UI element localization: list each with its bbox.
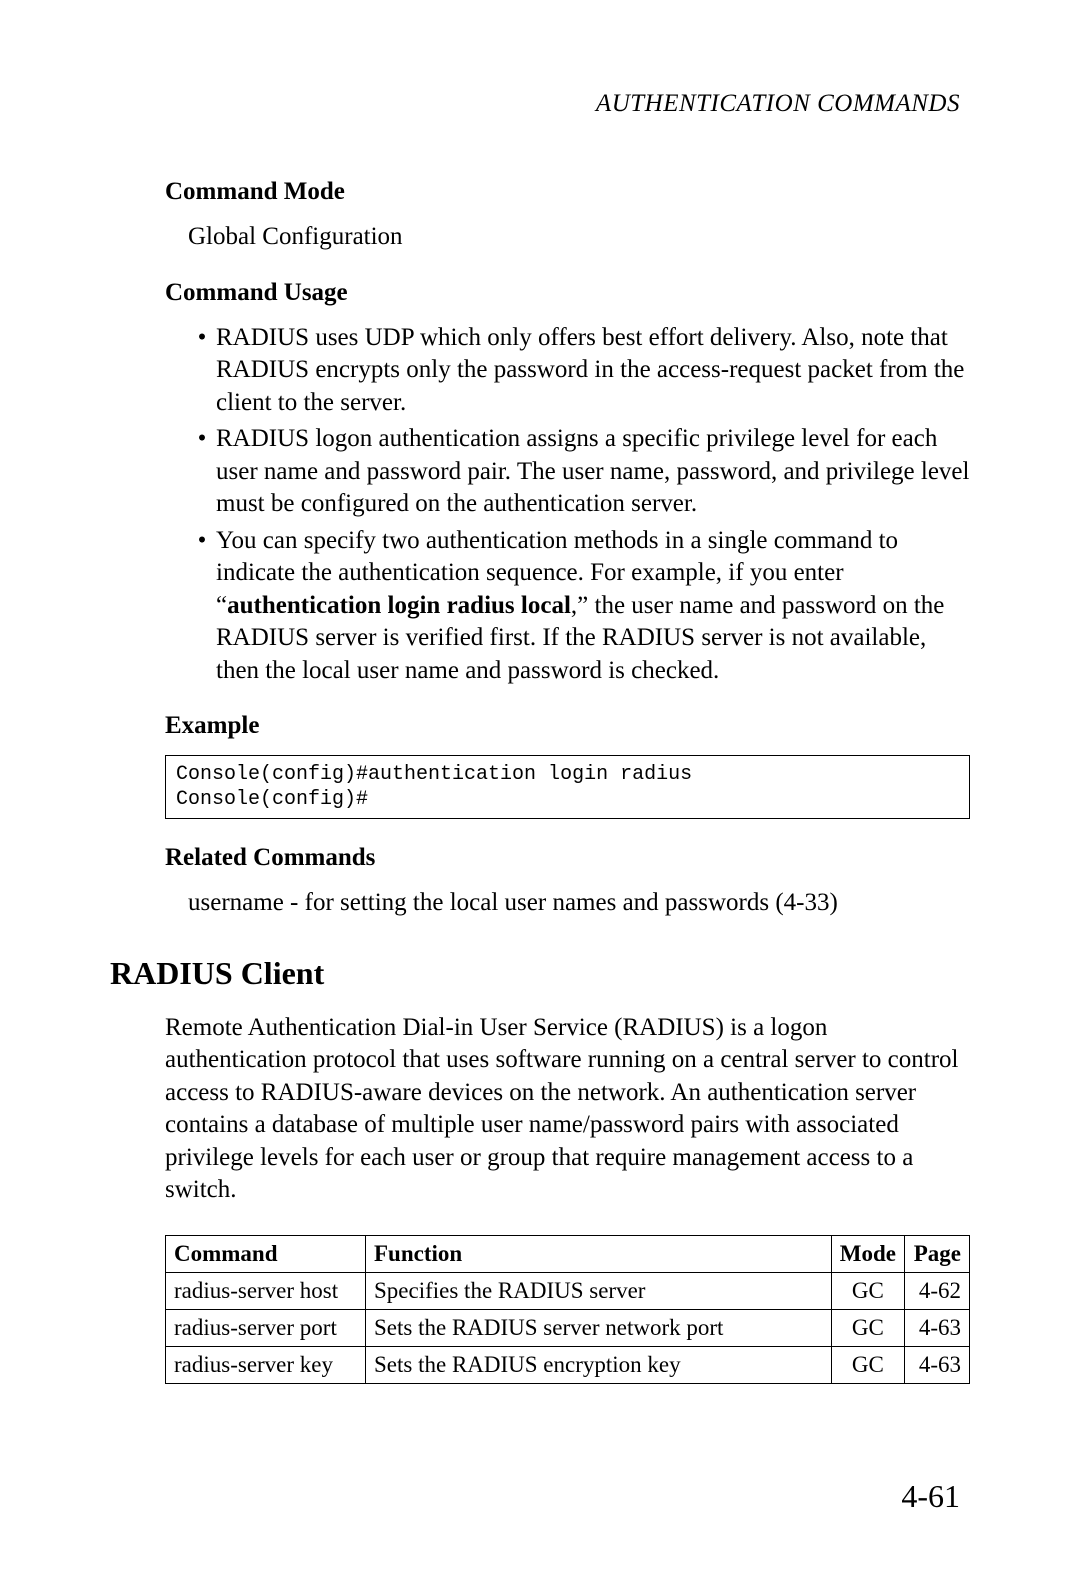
paragraph-radius-client: Remote Authentication Dial-in User Servi… bbox=[165, 1012, 970, 1207]
heading-related-commands: Related Commands bbox=[165, 844, 970, 872]
bullet-text: RADIUS logon authentication assigns a sp… bbox=[216, 423, 970, 521]
text-command-mode: Global Configuration bbox=[188, 221, 970, 254]
heading-command-usage: Command Usage bbox=[165, 279, 970, 307]
th-command: Command bbox=[166, 1235, 366, 1272]
heading-radius-client: RADIUS Client bbox=[110, 955, 970, 992]
table-row: radius-server host Specifies the RADIUS … bbox=[166, 1272, 970, 1309]
td-command: radius-server host bbox=[166, 1272, 366, 1309]
code-example: Console(config)#authentication login rad… bbox=[165, 755, 970, 819]
td-page: 4-63 bbox=[905, 1346, 970, 1383]
header-section-title: AUTHENTICATION COMMANDS bbox=[110, 90, 970, 118]
td-function: Sets the RADIUS server network port bbox=[366, 1309, 832, 1346]
heading-example: Example bbox=[165, 712, 970, 740]
text-related-commands: username - for setting the local user na… bbox=[188, 887, 970, 920]
td-page: 4-63 bbox=[905, 1309, 970, 1346]
td-page: 4-62 bbox=[905, 1272, 970, 1309]
td-mode: GC bbox=[831, 1309, 904, 1346]
table-header-row: Command Function Mode Page bbox=[166, 1235, 970, 1272]
th-mode: Mode bbox=[831, 1235, 904, 1272]
td-mode: GC bbox=[831, 1272, 904, 1309]
th-function: Function bbox=[366, 1235, 832, 1272]
td-function: Specifies the RADIUS server bbox=[366, 1272, 832, 1309]
list-item: • RADIUS logon authentication assigns a … bbox=[188, 423, 970, 521]
td-function: Sets the RADIUS encryption key bbox=[366, 1346, 832, 1383]
document-page: AUTHENTICATION COMMANDS Command Mode Glo… bbox=[0, 0, 1080, 1444]
command-table: Command Function Mode Page radius-server… bbox=[165, 1235, 970, 1384]
bullet-text: RADIUS uses UDP which only offers best e… bbox=[216, 322, 970, 420]
td-command: radius-server port bbox=[166, 1309, 366, 1346]
bullet-icon: • bbox=[188, 322, 216, 420]
th-page: Page bbox=[905, 1235, 970, 1272]
bullet-text: You can specify two authentication metho… bbox=[216, 525, 970, 688]
page-number: 4-61 bbox=[901, 1478, 960, 1515]
table-row: radius-server key Sets the RADIUS encryp… bbox=[166, 1346, 970, 1383]
bullet-text-bold: authentication login radius local bbox=[227, 592, 571, 619]
list-item: • RADIUS uses UDP which only offers best… bbox=[188, 322, 970, 420]
bullet-icon: • bbox=[188, 525, 216, 688]
bullet-list-command-usage: • RADIUS uses UDP which only offers best… bbox=[188, 322, 970, 688]
heading-command-mode: Command Mode bbox=[165, 178, 970, 206]
list-item: • You can specify two authentication met… bbox=[188, 525, 970, 688]
td-mode: GC bbox=[831, 1346, 904, 1383]
bullet-icon: • bbox=[188, 423, 216, 521]
table-row: radius-server port Sets the RADIUS serve… bbox=[166, 1309, 970, 1346]
td-command: radius-server key bbox=[166, 1346, 366, 1383]
